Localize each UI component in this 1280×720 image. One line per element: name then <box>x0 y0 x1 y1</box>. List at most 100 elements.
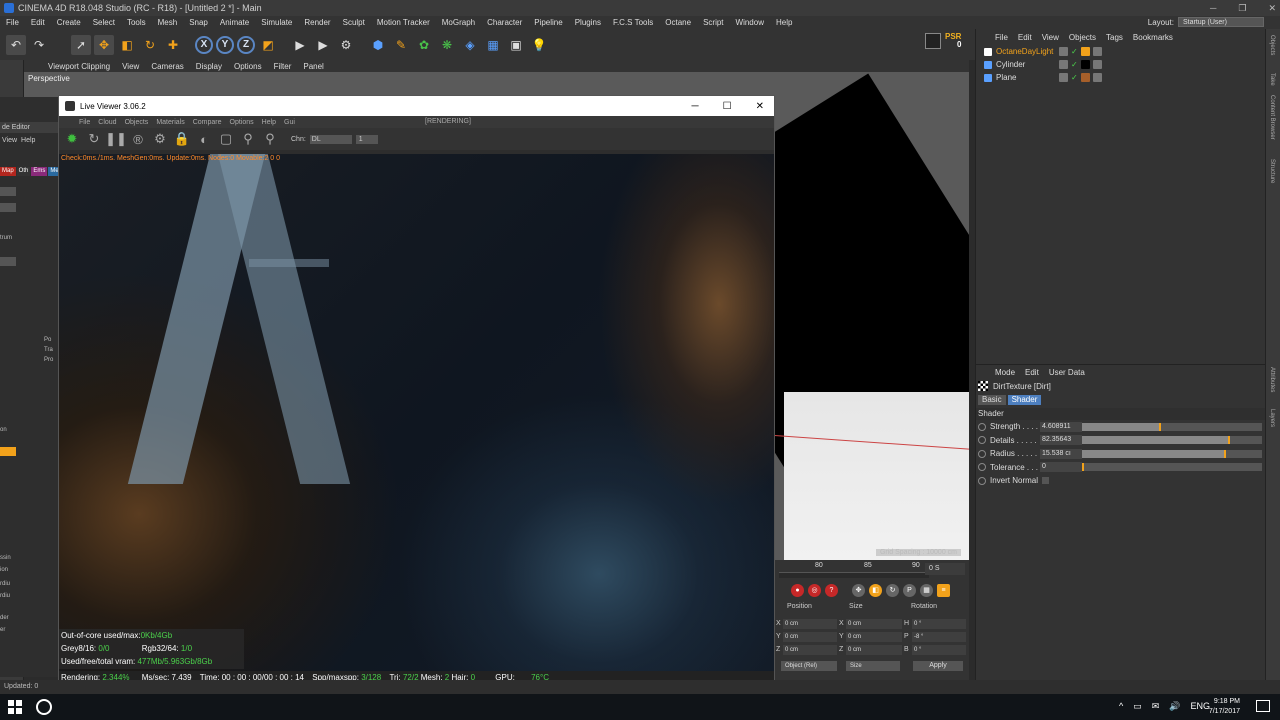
menu-window[interactable]: Window <box>730 18 770 27</box>
lv-menu-objects[interactable]: Objects <box>121 119 153 126</box>
side-tab-objects[interactable]: Objects <box>1269 35 1275 55</box>
menu-create[interactable]: Create <box>51 18 87 27</box>
daylight-tag-icon[interactable] <box>1080 47 1090 56</box>
floor-icon[interactable]: ▦ <box>483 35 503 55</box>
tab-basic[interactable]: Basic <box>978 395 1006 405</box>
visibility-dots[interactable] <box>1059 47 1068 56</box>
node-editor-menu-view[interactable]: View <box>2 137 17 147</box>
material-tag-icon[interactable] <box>1092 60 1102 69</box>
lv-menu-materials[interactable]: Materials <box>152 119 188 126</box>
layout-dropdown[interactable]: Startup (User) <box>1178 17 1264 27</box>
radius-slider[interactable] <box>1082 449 1262 458</box>
menu-pipeline[interactable]: Pipeline <box>528 18 568 27</box>
plane-object[interactable] <box>784 392 969 560</box>
object-row-plane[interactable]: Plane ✓ <box>976 71 1265 84</box>
am-menu-mode[interactable]: Mode <box>990 368 1020 377</box>
lv-menu-compare[interactable]: Compare <box>189 119 226 126</box>
node-editor-menu-help[interactable]: Help <box>21 137 35 147</box>
rotate-icon[interactable]: ↻ <box>140 35 160 55</box>
x-axis-icon[interactable]: X <box>195 35 213 54</box>
side-tab-structure[interactable]: Structure <box>1269 159 1275 183</box>
light-icon[interactable]: 💡 <box>529 35 549 55</box>
timeline[interactable]: 80 85 90 0 S <box>775 560 969 580</box>
details-field[interactable]: 82.35643 <box>1040 435 1082 446</box>
lv-menu-options[interactable]: Options <box>226 119 258 126</box>
tab-other[interactable]: Oth <box>16 167 31 176</box>
maximize-button[interactable]: ❐ <box>1238 0 1246 16</box>
material-tag-icon[interactable] <box>1092 73 1102 82</box>
camera-icon[interactable]: ▣ <box>506 35 526 55</box>
material-tag-icon[interactable] <box>1080 60 1090 69</box>
rot-b-field[interactable]: 0 ° <box>912 645 966 655</box>
menu-simulate[interactable]: Simulate <box>255 18 298 27</box>
side-tab-layers[interactable]: Layers <box>1269 409 1275 427</box>
lv-menu-file[interactable]: File <box>75 119 94 126</box>
render-view-icon[interactable]: ▶ <box>290 35 310 55</box>
minimize-button[interactable]: ─ <box>1210 0 1216 16</box>
y-axis-icon[interactable]: Y <box>216 35 234 54</box>
key-rotation-icon[interactable]: ↻ <box>886 583 899 597</box>
menu-motion-tracker[interactable]: Motion Tracker <box>371 18 436 27</box>
animate-toggle-icon[interactable] <box>978 476 986 485</box>
lv-menu-help[interactable]: Help <box>258 119 280 126</box>
om-menu-edit[interactable]: Edit <box>1013 33 1037 42</box>
pick-focus-icon[interactable]: ⚲ <box>239 130 257 148</box>
menu-help[interactable]: Help <box>770 18 798 27</box>
apply-button[interactable]: Apply <box>913 661 963 671</box>
lv-maximize-button[interactable]: ☐ <box>723 101 732 112</box>
strength-field[interactable]: 4.608911 <box>1040 421 1082 432</box>
viewport-menu-display[interactable]: Display <box>190 62 228 71</box>
menu-sculpt[interactable]: Sculpt <box>337 18 371 27</box>
viewport-menu-filter[interactable]: Filter <box>268 62 298 71</box>
pos-x-field[interactable]: 0 cm <box>783 619 837 629</box>
om-menu-bookmarks[interactable]: Bookmarks <box>1128 33 1178 42</box>
animate-toggle-icon[interactable] <box>978 449 986 458</box>
menu-select[interactable]: Select <box>87 18 121 27</box>
invert-normal-checkbox[interactable] <box>1042 477 1050 485</box>
node-item[interactable] <box>0 257 16 266</box>
size-y-field[interactable]: 0 cm <box>846 632 902 642</box>
visibility-dots[interactable] <box>1059 60 1068 69</box>
object-row-cylinder[interactable]: Cylinder ✓ <box>976 58 1265 71</box>
animate-toggle-icon[interactable] <box>978 422 986 431</box>
om-menu-file[interactable]: File <box>990 33 1013 42</box>
language-icon[interactable]: ENG <box>1190 701 1210 712</box>
node-item-active[interactable] <box>0 447 16 456</box>
render-canvas[interactable]: Check:0ms./1ms. MeshGen:0ms. Update:0ms.… <box>59 154 774 696</box>
deformer-icon[interactable]: ◈ <box>460 35 480 55</box>
taskbar-clock[interactable]: 9:18 PM 7/17/2017 <box>1209 697 1240 717</box>
volume-icon[interactable]: 🔊 <box>1169 701 1180 712</box>
pos-z-field[interactable]: 0 cm <box>783 645 837 655</box>
tab-shader[interactable]: Shader <box>1007 395 1042 405</box>
windows-start-icon[interactable] <box>8 700 22 714</box>
coord-system-icon[interactable]: ◩ <box>258 35 278 55</box>
battery-icon[interactable]: ▭ <box>1133 701 1142 712</box>
node-item[interactable] <box>0 203 16 212</box>
render-region-icon[interactable]: ® <box>129 130 147 148</box>
menu-character[interactable]: Character <box>481 18 528 27</box>
animate-toggle-icon[interactable] <box>978 463 986 472</box>
enabled-check-icon[interactable]: ✓ <box>1071 60 1078 69</box>
enabled-check-icon[interactable]: ✓ <box>1071 73 1078 82</box>
timeline-frame-field[interactable]: 0 S <box>925 563 965 575</box>
settings-gear-icon[interactable]: ⚙ <box>151 130 169 148</box>
size-z-field[interactable]: 0 cm <box>846 645 902 655</box>
render-settings-icon[interactable]: ⚙ <box>336 35 356 55</box>
record-icon[interactable]: ● <box>791 583 804 597</box>
move-icon[interactable]: ✥ <box>94 34 114 55</box>
region-box-icon[interactable]: ▢ <box>217 130 235 148</box>
side-tab-content-browser[interactable]: Content Browser <box>1269 95 1275 140</box>
autokey-icon[interactable]: ◎ <box>808 583 821 597</box>
pick-white-balance-icon[interactable]: ⚲ <box>261 130 279 148</box>
timeline-layout-icon[interactable]: ≡ <box>937 583 950 597</box>
sun-tag-icon[interactable] <box>1092 47 1102 56</box>
tolerance-slider[interactable] <box>1082 463 1262 472</box>
viewport-menu-view[interactable]: View <box>116 62 145 71</box>
keyframe-help-icon[interactable]: ? <box>825 583 838 597</box>
key-point-icon[interactable]: ▦ <box>920 583 933 597</box>
network-icon[interactable]: ✉ <box>1152 701 1160 712</box>
object-row-octanedaylight[interactable]: OctaneDayLight ✓ <box>976 45 1265 58</box>
om-menu-view[interactable]: View <box>1037 33 1064 42</box>
pos-y-field[interactable]: 0 cm <box>783 632 837 642</box>
material-ball-icon[interactable]: ◐ <box>195 130 213 148</box>
